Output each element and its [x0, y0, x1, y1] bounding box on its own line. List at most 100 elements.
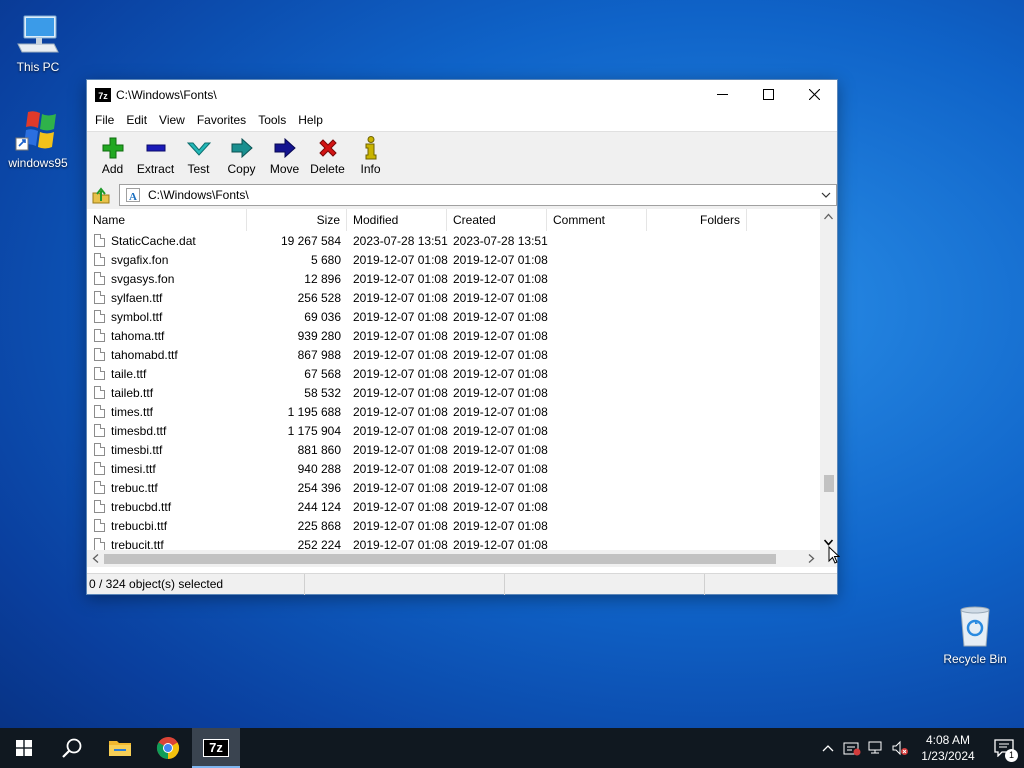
show-hidden-icons-button[interactable]	[816, 728, 840, 768]
vertical-scrollbar[interactable]	[820, 209, 837, 550]
close-button[interactable]	[791, 80, 837, 109]
menu-edit[interactable]: Edit	[120, 109, 153, 131]
move-arrow-icon	[263, 136, 306, 160]
copy-button[interactable]: Copy	[220, 132, 263, 176]
cell-name: taile.ttf	[87, 367, 247, 381]
column-size[interactable]: Size	[247, 209, 347, 231]
tray-network-button[interactable]	[864, 728, 888, 768]
cell-created: 2019-12-07 01:08	[453, 347, 548, 362]
recycle-bin-icon	[951, 602, 999, 650]
cell-name: symbol.ttf	[87, 310, 247, 324]
menu-favorites[interactable]: Favorites	[191, 109, 252, 131]
table-row[interactable]: trebucbd.ttf 244 124 2019-12-07 01:08 2019-…	[87, 497, 823, 516]
search-button[interactable]	[48, 728, 96, 768]
menu-view[interactable]: View	[153, 109, 191, 131]
font-file-icon	[94, 367, 105, 380]
cell-modified: 2019-12-07 01:08	[353, 518, 448, 533]
table-row[interactable]: symbol.ttf 69 036 2019-12-07 01:08 2019-12-…	[87, 307, 823, 326]
minus-icon	[134, 136, 177, 160]
start-button[interactable]	[0, 728, 48, 768]
cell-created: 2019-12-07 01:08	[453, 442, 548, 457]
delete-button[interactable]: Delete	[306, 132, 349, 176]
table-row[interactable]: timesbi.ttf 881 860 2019-12-07 01:08 2019-1…	[87, 440, 823, 459]
status-bar: 0 / 324 object(s) selected	[87, 573, 837, 595]
table-row[interactable]: trebuc.ttf 254 396 2019-12-07 01:08 2019-12…	[87, 478, 823, 497]
cell-name: timesbd.ttf	[87, 424, 247, 438]
cell-created: 2019-12-07 01:08	[453, 328, 548, 343]
svg-text:A: A	[129, 191, 137, 202]
horizontal-scrollbar[interactable]	[87, 550, 837, 567]
column-folders[interactable]: Folders	[647, 209, 747, 231]
cell-created: 2019-12-07 01:08	[453, 309, 548, 324]
title-bar[interactable]: 7z C:\Windows\Fonts\	[87, 80, 837, 109]
column-header: Name Size Modified Created Comment Folde…	[87, 209, 823, 231]
table-row[interactable]: timesi.ttf 940 288 2019-12-07 01:08 2019-12…	[87, 459, 823, 478]
file-name: tahoma.ttf	[111, 328, 165, 343]
table-row[interactable]: StaticCache.dat 19 267 584 2023-07-28 13:5…	[87, 231, 823, 250]
test-button[interactable]: Test	[177, 132, 220, 176]
cell-modified: 2019-12-07 01:08	[353, 290, 448, 305]
menu-tools[interactable]: Tools	[252, 109, 292, 131]
column-created[interactable]: Created	[447, 209, 547, 231]
menu-help[interactable]: Help	[292, 109, 329, 131]
clock[interactable]: 4:08 AM 1/23/2024	[912, 732, 984, 764]
minimize-button[interactable]	[699, 80, 745, 109]
table-row[interactable]: taileb.ttf 58 532 2019-12-07 01:08 2019-12-…	[87, 383, 823, 402]
address-bar: A C:\Windows\Fonts\	[87, 181, 837, 209]
address-input[interactable]: A C:\Windows\Fonts\	[119, 184, 837, 206]
cell-size: 256 528	[297, 290, 341, 305]
tray-volume-button[interactable]	[888, 728, 912, 768]
scroll-left-icon[interactable]	[92, 554, 99, 563]
taskbar-file-explorer[interactable]	[96, 728, 144, 768]
cell-modified: 2019-12-07 01:08	[353, 271, 448, 286]
folder-up-icon	[92, 187, 110, 204]
table-row[interactable]: svgasys.fon 12 896 2019-12-07 01:08 2019-12…	[87, 269, 823, 288]
chevron-up-icon	[822, 745, 834, 752]
font-file-icon	[94, 386, 105, 399]
desktop-icon-windows95[interactable]: windows95	[0, 106, 76, 170]
column-comment[interactable]: Comment	[547, 209, 647, 231]
move-button[interactable]: Move	[263, 132, 306, 176]
toolbar: Add Extract Test Copy Move Delete Info	[87, 131, 837, 181]
column-name[interactable]: Name	[87, 209, 247, 231]
cell-created: 2019-12-07 01:08	[453, 290, 548, 305]
cell-size: 939 280	[297, 328, 341, 343]
extract-button[interactable]: Extract	[134, 132, 177, 176]
table-row[interactable]: tahoma.ttf 939 280 2019-12-07 01:08 2019-12…	[87, 326, 823, 345]
table-row[interactable]: times.ttf 1 195 688 2019-12-07 01:08 2019-1…	[87, 402, 823, 421]
info-button[interactable]: Info	[349, 132, 392, 176]
network-disconnected-icon	[868, 741, 882, 754]
desktop-icon-recycle-bin[interactable]: Recycle Bin	[937, 602, 1013, 666]
taskbar-7zip[interactable]: 7z	[192, 728, 240, 768]
action-center-button[interactable]: 1	[984, 728, 1024, 768]
table-row[interactable]: svgafix.fon 5 680 2019-12-07 01:08 2019-12-…	[87, 250, 823, 269]
up-folder-button[interactable]	[91, 185, 111, 205]
add-button[interactable]: Add	[91, 132, 134, 176]
scroll-up-icon[interactable]	[824, 213, 833, 220]
horizontal-scroll-thumb[interactable]	[104, 554, 776, 564]
chevron-down-icon[interactable]	[820, 188, 832, 202]
scroll-right-icon[interactable]	[808, 554, 815, 563]
table-row[interactable]: taile.ttf 67 568 2019-12-07 01:08 2019-12-0…	[87, 364, 823, 383]
column-modified[interactable]: Modified	[347, 209, 447, 231]
table-row[interactable]: timesbd.ttf 1 175 904 2019-12-07 01:08 2019…	[87, 421, 823, 440]
cell-name: timesi.ttf	[87, 462, 247, 476]
font-file-icon	[94, 462, 105, 475]
file-rows: StaticCache.dat 19 267 584 2023-07-28 13:5…	[87, 231, 823, 554]
taskbar-chrome[interactable]	[144, 728, 192, 768]
cell-created: 2019-12-07 01:08	[453, 499, 548, 514]
scroll-down-icon[interactable]	[824, 539, 833, 546]
menu-file[interactable]: File	[89, 109, 120, 131]
tray-security-button[interactable]	[840, 728, 864, 768]
maximize-button[interactable]	[745, 80, 791, 109]
vertical-scroll-thumb[interactable]	[824, 475, 834, 492]
desktop-icon-this-pc[interactable]: This PC	[0, 10, 76, 74]
7zip-icon: 7z	[203, 739, 229, 757]
table-row[interactable]: tahomabd.ttf 867 988 2019-12-07 01:08 2019-…	[87, 345, 823, 364]
table-row[interactable]: trebucbi.ttf 225 868 2019-12-07 01:08 2019-…	[87, 516, 823, 535]
file-name: symbol.ttf	[111, 309, 163, 324]
cell-size: 19 267 584	[280, 233, 341, 248]
table-row[interactable]: sylfaen.ttf 256 528 2019-12-07 01:08 2019-1…	[87, 288, 823, 307]
file-name: times.ttf	[111, 404, 154, 419]
file-list: Name Size Modified Created Comment Folde…	[87, 209, 837, 567]
